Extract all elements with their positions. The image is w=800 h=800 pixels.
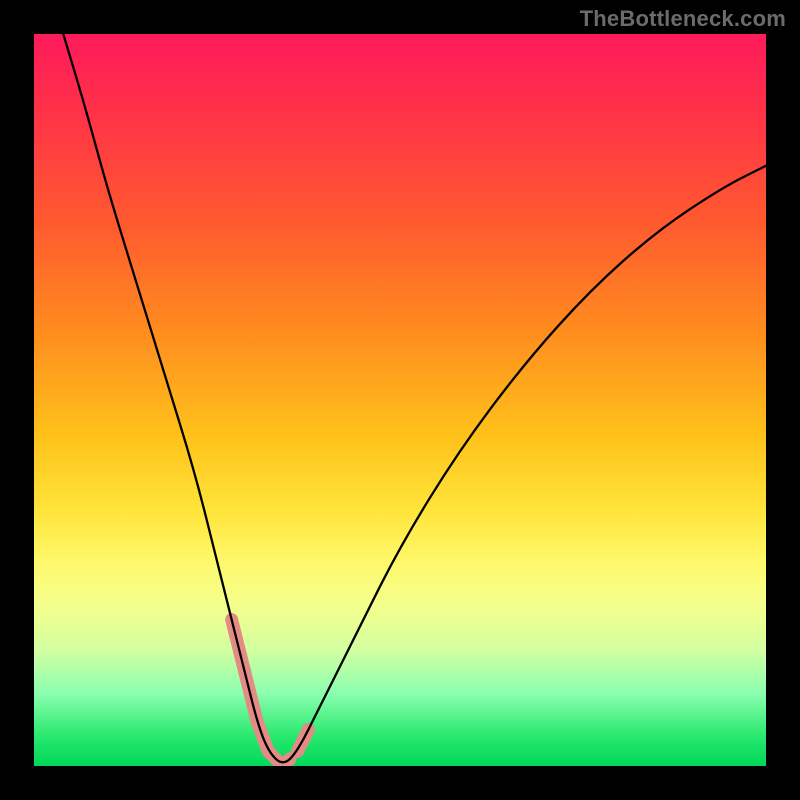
bottleneck-curve — [63, 34, 766, 762]
chart-frame: TheBottleneck.com — [0, 0, 800, 800]
curve-svg — [34, 34, 766, 766]
watermark-text: TheBottleneck.com — [580, 6, 786, 32]
plot-area — [34, 34, 766, 766]
